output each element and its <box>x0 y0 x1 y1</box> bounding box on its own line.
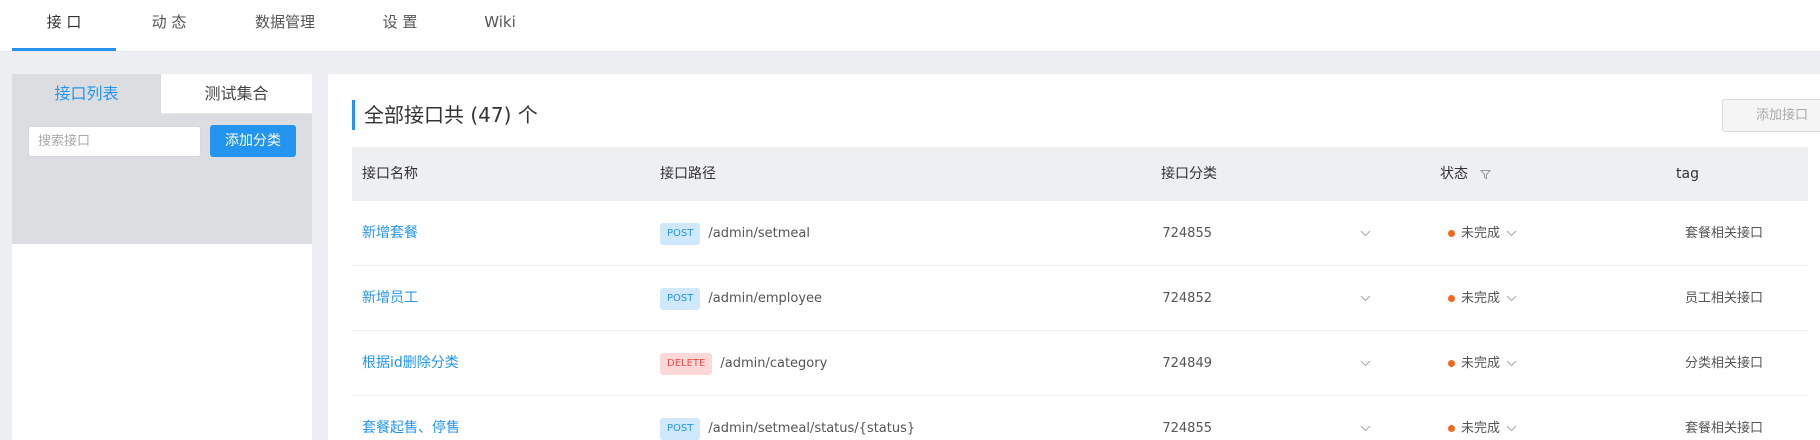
chevron-down-icon[interactable] <box>1360 266 1371 331</box>
chevron-down-icon[interactable] <box>1360 201 1371 266</box>
method-badge: POST <box>660 287 701 310</box>
method-badge: DELETE <box>660 352 713 375</box>
category-dropdown[interactable] <box>1360 266 1371 331</box>
category-dropdown[interactable] <box>1360 331 1371 396</box>
api-name-cell: 根据id删除分类 <box>362 331 459 396</box>
api-path-cell: POST/admin/setmeal <box>660 201 810 266</box>
column-header-name: 接口名称 <box>362 166 418 182</box>
status-cell[interactable]: 未完成 <box>1448 331 1517 396</box>
column-header-category: 接口分类 <box>1161 166 1217 182</box>
top-nav: 接 口 动 态 数据管理 设 置 Wiki <box>0 0 1820 52</box>
chevron-down-icon[interactable] <box>1360 331 1371 396</box>
category-dropdown[interactable] <box>1360 201 1371 266</box>
status-dot-icon <box>1448 425 1455 432</box>
search-api-input[interactable]: 搜索接口 <box>28 126 201 157</box>
column-header-tag: tag <box>1676 166 1699 182</box>
chevron-down-icon[interactable] <box>1360 396 1371 440</box>
table-header: 接口名称 接口路径 接口分类 状态 tag <box>352 147 1808 201</box>
table-row: 套餐起售、停售 POST/admin/setmeal/status/{status… <box>352 396 1808 440</box>
api-name-cell: 套餐起售、停售 <box>362 396 460 440</box>
category-value: 724855 <box>1162 226 1212 241</box>
tab-test-collection[interactable]: 测试集合 <box>161 74 312 114</box>
tab-api-list[interactable]: 接口列表 <box>12 74 161 114</box>
category-value: 724852 <box>1162 291 1212 306</box>
column-header-status-label: 状态 <box>1440 166 1468 182</box>
add-category-button[interactable]: 添加分类 <box>210 125 296 157</box>
status-dot-icon <box>1448 230 1455 237</box>
category-dropdown[interactable] <box>1360 396 1371 440</box>
api-path: /admin/setmeal <box>708 226 810 241</box>
api-path: /admin/category <box>720 356 828 371</box>
status-label: 未完成 <box>1461 291 1501 306</box>
table-row: 根据id删除分类 DELETE/admin/category 724849 未完成 分类… <box>352 331 1808 396</box>
tab-wiki[interactable]: Wiki <box>460 0 540 52</box>
add-api-button[interactable]: 添加接口 <box>1722 99 1820 132</box>
filter-icon[interactable] <box>1480 169 1492 180</box>
status-label: 未完成 <box>1461 421 1501 436</box>
api-name-link[interactable]: 新增员工 <box>362 290 418 306</box>
status-cell[interactable]: 未完成 <box>1448 266 1517 331</box>
left-panel: 接口列表 测试集合 搜索接口 添加分类 <box>12 74 312 440</box>
active-tab-indicator <box>12 48 116 51</box>
method-badge: POST <box>660 222 701 245</box>
api-name-link[interactable]: 套餐起售、停售 <box>362 420 460 436</box>
category-value: 724849 <box>1162 356 1212 371</box>
api-name-cell: 新增套餐 <box>362 201 418 266</box>
tab-interface[interactable]: 接 口 <box>12 0 116 52</box>
tab-settings[interactable]: 设 置 <box>355 0 445 52</box>
tag-value: 员工相关接口 <box>1685 291 1764 306</box>
tab-activity[interactable]: 动 态 <box>124 0 214 52</box>
api-path-cell: POST/admin/setmeal/status/{status} <box>660 396 915 440</box>
api-path-cell: DELETE/admin/category <box>660 331 827 396</box>
title-accent-bar <box>352 100 355 130</box>
api-path: /admin/setmeal/status/{status} <box>708 421 916 436</box>
status-dot-icon <box>1448 295 1455 302</box>
api-name-link[interactable]: 新增套餐 <box>362 225 418 241</box>
status-label: 未完成 <box>1461 226 1501 241</box>
column-header-path: 接口路径 <box>660 166 716 182</box>
api-path-cell: POST/admin/employee <box>660 266 822 331</box>
table-row: 新增套餐 POST/admin/setmeal 724855 未完成 套餐相关接口 <box>352 201 1808 266</box>
status-cell[interactable]: 未完成 <box>1448 201 1517 266</box>
tag-value: 分类相关接口 <box>1685 356 1764 371</box>
status-dot-icon <box>1448 360 1455 367</box>
column-header-status[interactable]: 状态 <box>1440 147 1492 201</box>
left-panel-search-area: 搜索接口 添加分类 <box>12 114 312 244</box>
table-row: 新增员工 POST/admin/employee 724852 未完成 员工相关接口 <box>352 266 1808 331</box>
chevron-down-icon[interactable] <box>1506 201 1517 266</box>
main-panel: 全部接口共 (47) 个 添加接口 接口名称 接口路径 接口分类 状态 tag … <box>328 74 1820 440</box>
left-panel-tabs: 接口列表 测试集合 <box>12 74 312 114</box>
status-cell[interactable]: 未完成 <box>1448 396 1517 440</box>
chevron-down-icon[interactable] <box>1506 266 1517 331</box>
api-path: /admin/employee <box>708 291 823 306</box>
status-label: 未完成 <box>1461 356 1501 371</box>
chevron-down-icon[interactable] <box>1506 331 1517 396</box>
page-title: 全部接口共 (47) 个 <box>364 103 538 127</box>
tag-value: 套餐相关接口 <box>1685 421 1764 436</box>
api-name-cell: 新增员工 <box>362 266 418 331</box>
api-name-link[interactable]: 根据id删除分类 <box>362 355 459 371</box>
category-value: 724855 <box>1162 421 1212 436</box>
method-badge: POST <box>660 417 701 440</box>
tab-data-management[interactable]: 数据管理 <box>240 0 330 52</box>
tag-value: 套餐相关接口 <box>1685 226 1764 241</box>
chevron-down-icon[interactable] <box>1506 396 1517 440</box>
